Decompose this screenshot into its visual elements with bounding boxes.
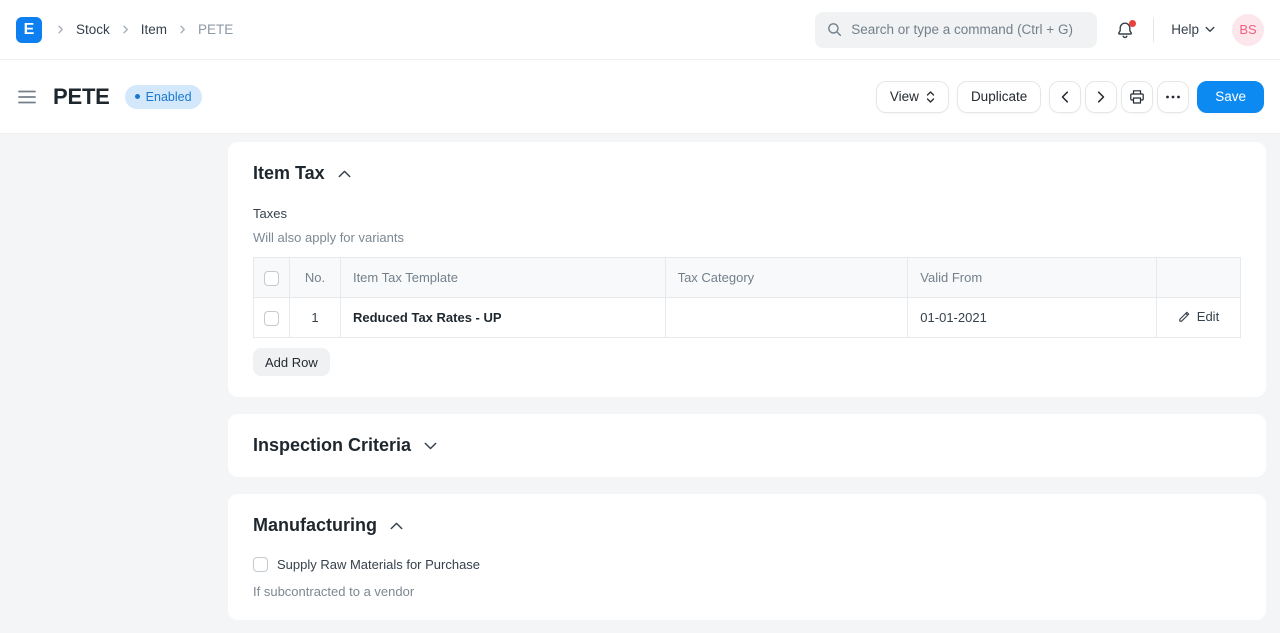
app-logo-letter: E xyxy=(23,20,35,38)
row-edit-button[interactable]: Edit xyxy=(1178,309,1219,324)
save-button-label: Save xyxy=(1215,89,1246,104)
tax-category-cell[interactable] xyxy=(664,297,909,338)
chevron-up-icon xyxy=(338,170,351,178)
next-document-button[interactable] xyxy=(1085,80,1118,113)
sidebar-toggle-button[interactable] xyxy=(16,88,38,106)
section-manufacturing-header[interactable]: Manufacturing xyxy=(253,515,403,536)
avatar[interactable]: BS xyxy=(1232,13,1264,46)
supply-raw-materials-checkbox[interactable] xyxy=(253,557,268,572)
chevron-right-icon xyxy=(121,25,130,34)
chevron-right-icon xyxy=(56,25,65,34)
page-header-left: PETE Enabled xyxy=(16,84,202,110)
duplicate-button-label: Duplicate xyxy=(970,89,1028,104)
chevron-right-icon xyxy=(178,25,187,34)
previous-document-button[interactable] xyxy=(1049,80,1082,113)
print-button[interactable] xyxy=(1121,80,1154,113)
section-inspection-criteria: Inspection Criteria xyxy=(228,414,1266,477)
chevron-left-icon xyxy=(1061,90,1069,103)
supply-raw-materials-description: If subcontracted to a vendor xyxy=(253,584,415,599)
printer-icon xyxy=(1129,89,1145,105)
column-header-tax-category: Tax Category xyxy=(664,257,909,298)
status-badge-label: Enabled xyxy=(145,89,192,104)
section-item-tax-title: Item Tax xyxy=(253,163,325,183)
navbar-divider xyxy=(1153,17,1155,42)
duplicate-button[interactable]: Duplicate xyxy=(956,80,1042,113)
taxes-field-description: Will also apply for variants xyxy=(253,230,404,245)
section-item-tax-header[interactable]: Item Tax xyxy=(253,163,351,184)
avatar-initials: BS xyxy=(1239,22,1257,37)
table-header-row: No. Item Tax Template Tax Category Valid… xyxy=(253,257,1242,298)
navbar: E Stock Item PETE Search or type a comma… xyxy=(0,0,1280,60)
table-row: 1 Reduced Tax Rates - UP 01-01-2021 Edit xyxy=(253,297,1242,338)
more-actions-button[interactable] xyxy=(1157,80,1190,113)
section-inspection-criteria-header[interactable]: Inspection Criteria xyxy=(253,435,437,456)
save-button[interactable]: Save xyxy=(1197,80,1264,113)
search-input[interactable] xyxy=(851,22,1086,37)
view-button-label: View xyxy=(889,89,919,104)
breadcrumb-item[interactable]: Item xyxy=(141,22,167,37)
taxes-field-label: Taxes xyxy=(253,206,287,221)
navbar-left: E Stock Item PETE xyxy=(16,16,233,43)
section-manufacturing-title: Manufacturing xyxy=(253,515,377,535)
item-tax-table: No. Item Tax Template Tax Category Valid… xyxy=(253,257,1242,338)
breadcrumb-current: PETE xyxy=(198,22,234,37)
page-title: PETE xyxy=(53,83,110,109)
help-menu[interactable]: Help xyxy=(1171,22,1215,37)
notifications-button[interactable] xyxy=(1114,19,1137,41)
column-header-valid-from: Valid From xyxy=(907,257,1157,298)
row-checkbox[interactable] xyxy=(263,310,279,326)
chevron-down-icon xyxy=(424,442,437,450)
status-dot xyxy=(134,94,140,99)
item-tax-template-cell[interactable]: Reduced Tax Rates - UP xyxy=(339,297,666,338)
page-header-actions: View Duplicate Save xyxy=(875,80,1264,113)
navbar-right: Help BS xyxy=(815,11,1264,48)
section-item-tax: Item Tax Taxes Will also apply for varia… xyxy=(228,142,1266,397)
column-header-item-tax-template: Item Tax Template xyxy=(339,257,666,298)
notification-dot xyxy=(1129,19,1137,27)
breadcrumb: Stock Item PETE xyxy=(56,22,233,37)
section-manufacturing: Manufacturing Supply Raw Materials for P… xyxy=(228,494,1266,620)
add-row-button[interactable]: Add Row xyxy=(253,348,330,376)
help-label: Help xyxy=(1171,22,1199,37)
supply-raw-materials-label: Supply Raw Materials for Purchase xyxy=(277,557,481,572)
sort-chevrons-icon xyxy=(926,90,935,104)
app-logo[interactable]: E xyxy=(16,16,42,43)
status-badge: Enabled xyxy=(124,84,202,109)
global-search[interactable] xyxy=(815,11,1098,48)
chevron-up-icon xyxy=(390,522,403,530)
row-number-cell: 1 xyxy=(288,297,341,338)
breadcrumb-stock[interactable]: Stock xyxy=(76,22,110,37)
supply-raw-materials-field[interactable]: Supply Raw Materials for Purchase xyxy=(253,557,1241,572)
chevron-down-icon xyxy=(1205,26,1215,33)
pencil-icon xyxy=(1178,310,1191,323)
chevron-right-icon xyxy=(1097,90,1105,103)
page-header: PETE Enabled View Duplicate Save xyxy=(0,60,1280,134)
valid-from-cell[interactable]: 01-01-2021 xyxy=(907,297,1157,338)
view-button[interactable]: View xyxy=(875,80,949,113)
row-edit-label: Edit xyxy=(1196,309,1220,324)
column-header-no: No. xyxy=(288,257,341,298)
select-all-checkbox[interactable] xyxy=(263,270,279,286)
hamburger-icon xyxy=(18,90,36,104)
form-body: Item Tax Taxes Will also apply for varia… xyxy=(228,142,1266,620)
column-header-actions xyxy=(1155,257,1242,298)
ellipsis-icon xyxy=(1165,95,1181,99)
section-inspection-criteria-title: Inspection Criteria xyxy=(253,435,412,455)
search-icon xyxy=(827,22,842,37)
